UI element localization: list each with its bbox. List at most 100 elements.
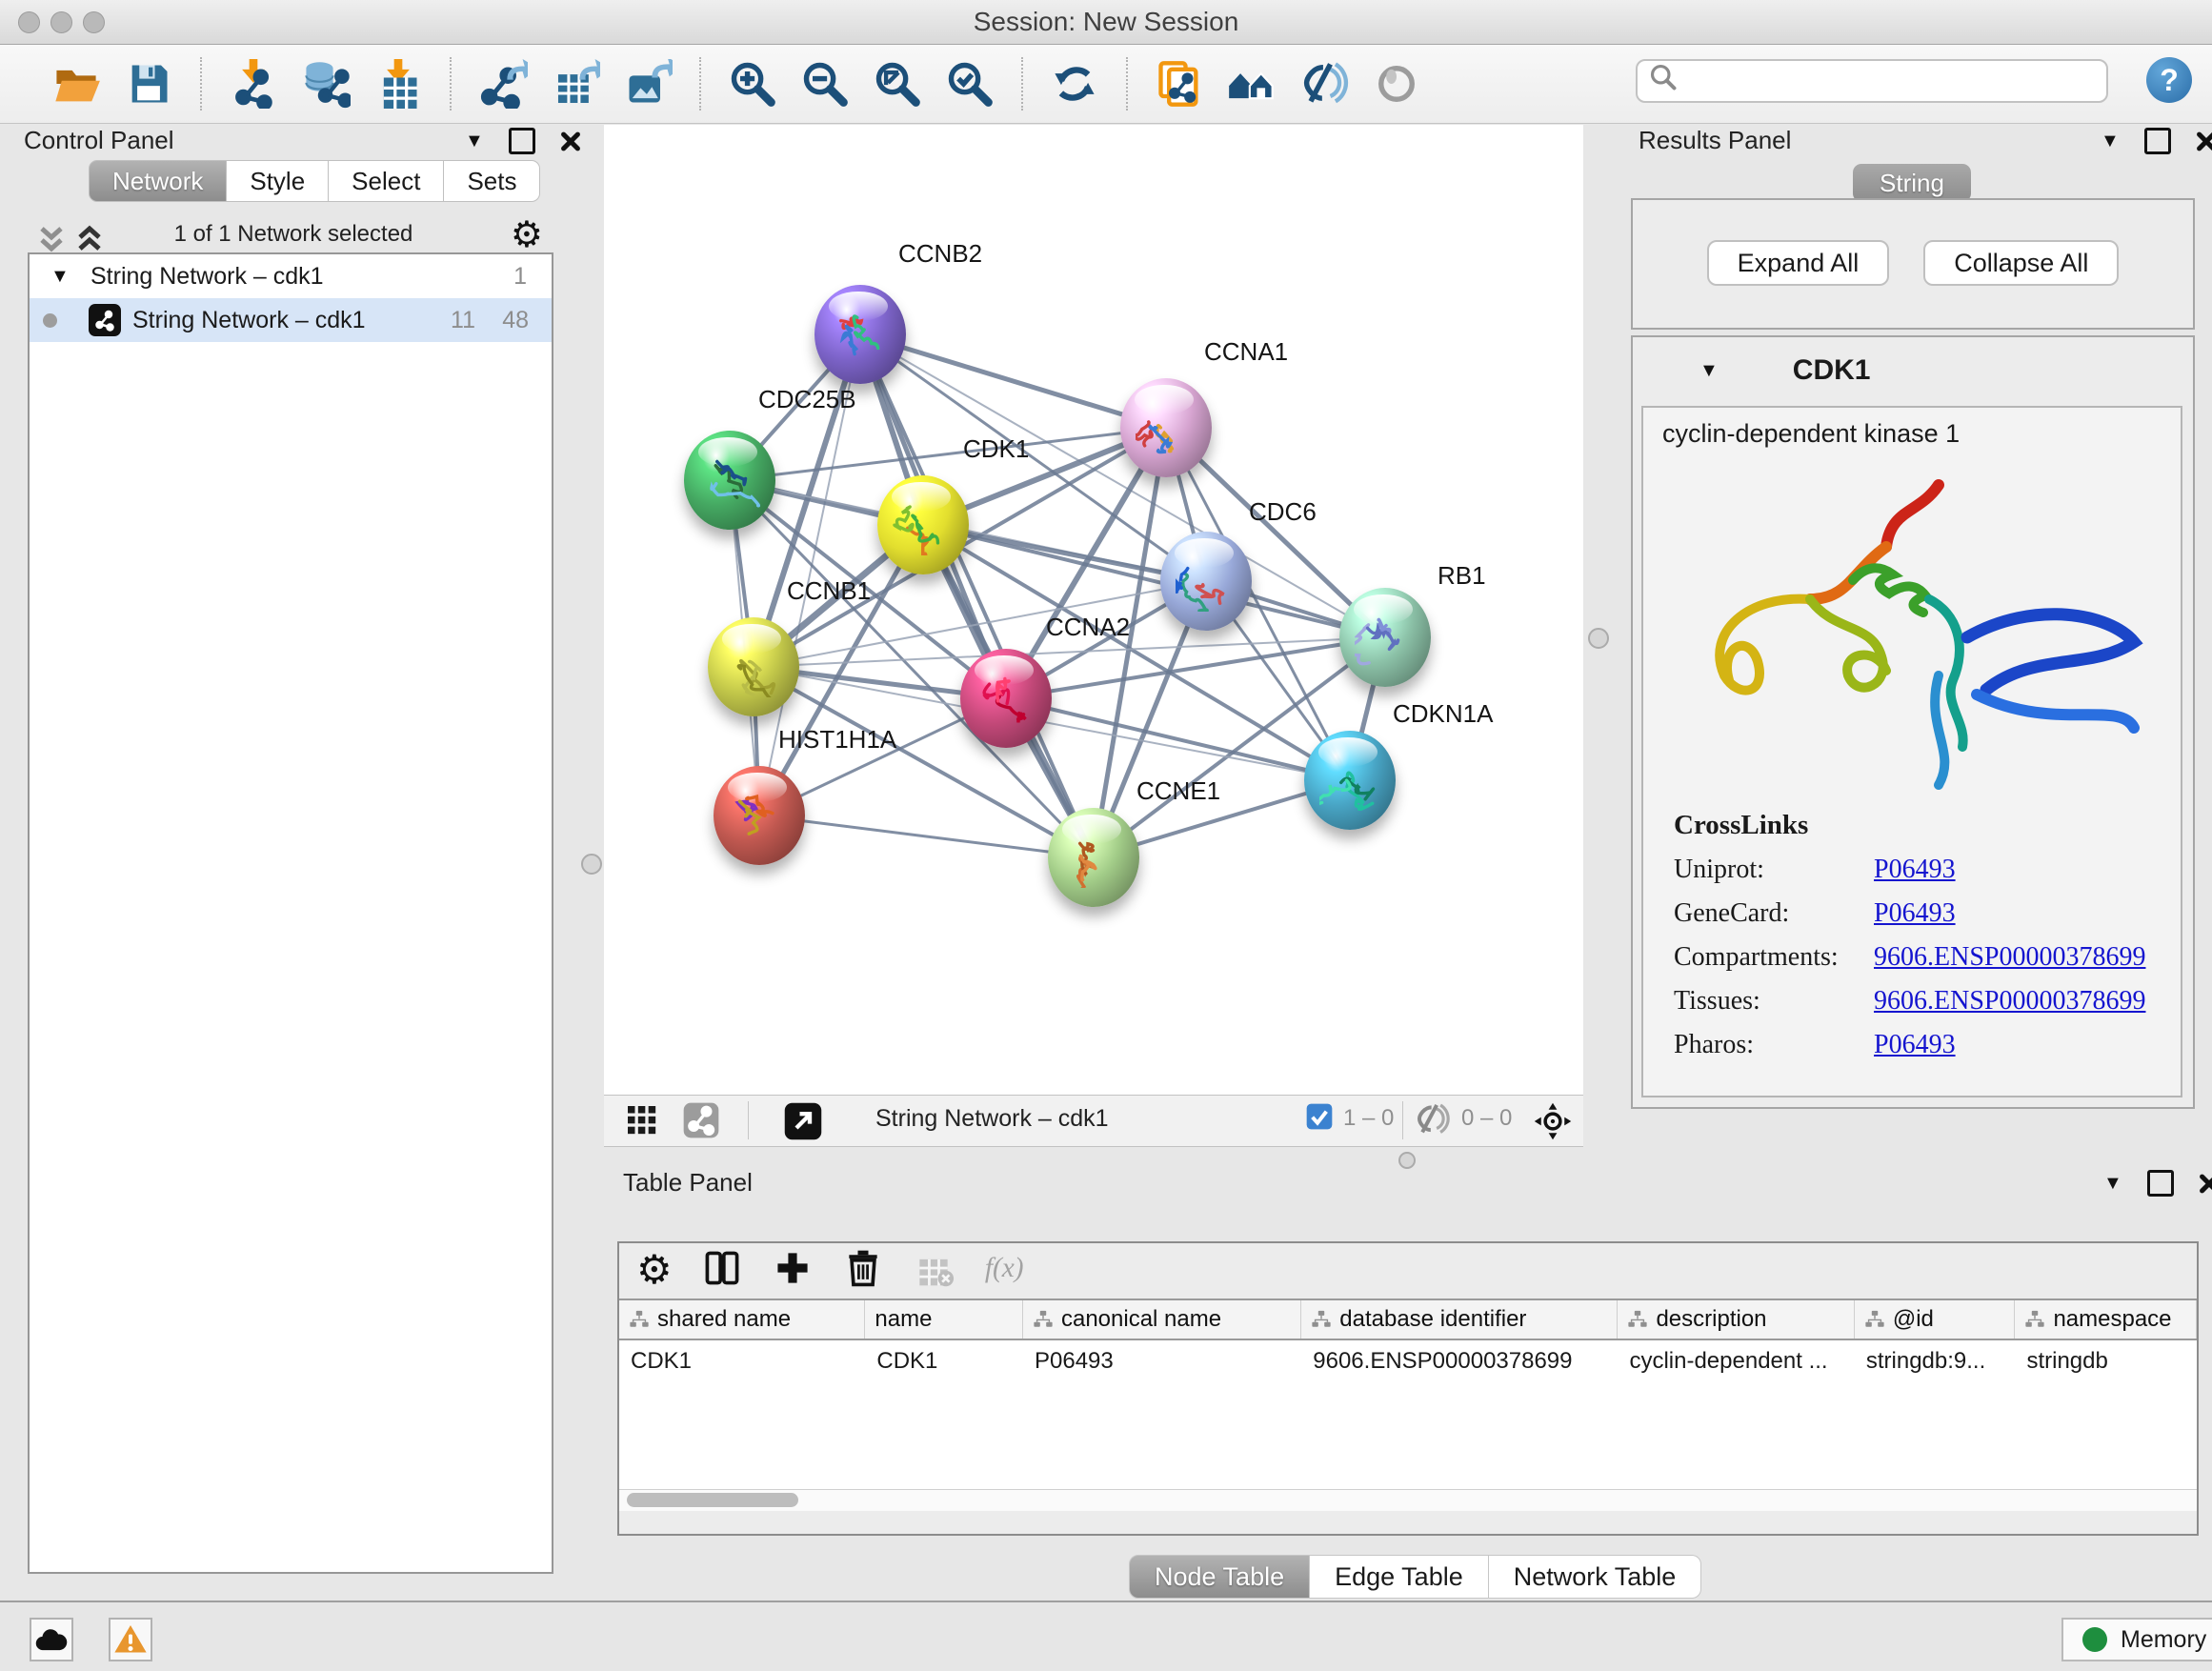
network-node-rb1[interactable]	[1339, 588, 1431, 687]
clone-network-button[interactable]	[1150, 54, 1209, 113]
control-panel-float-icon[interactable]	[509, 128, 535, 154]
import-network-file-button[interactable]	[224, 54, 283, 113]
network-node-ccne1[interactable]	[1048, 808, 1139, 907]
node-label-rb1: RB1	[1438, 561, 1486, 591]
network-options-gear-icon[interactable]: ⚙	[511, 217, 543, 253]
network-node-cdc6[interactable]	[1160, 532, 1252, 631]
cloud-icon[interactable]	[30, 1618, 73, 1661]
table-panel-float-icon[interactable]	[2147, 1170, 2174, 1197]
node-label-cdk1: CDK1	[963, 434, 1029, 464]
selected-checkbox-icon[interactable]	[1304, 1101, 1335, 1132]
network-tree-root-row[interactable]: ▼ String Network – cdk1 1	[30, 254, 552, 298]
table-horizontal-scrollbar[interactable]	[619, 1489, 2197, 1511]
results-buttons-box: Expand All Collapse All	[1631, 198, 2195, 330]
refresh-button[interactable]	[1045, 54, 1104, 113]
section-collapse-icon[interactable]: ▼	[1699, 360, 1719, 382]
table-panel-close-icon[interactable]	[2199, 1173, 2212, 1194]
houses-button[interactable]	[1222, 54, 1281, 113]
tree-collapse-icon[interactable]: ▼	[50, 266, 70, 288]
minimize-window-button[interactable]	[50, 11, 72, 33]
tab-node-table[interactable]: Node Table	[1129, 1555, 1310, 1599]
right-splitter-handle[interactable]	[1588, 628, 1609, 649]
left-splitter-handle[interactable]	[581, 854, 602, 875]
tab-network[interactable]: Network	[89, 160, 227, 202]
export-image-button[interactable]	[618, 54, 677, 113]
column-header-namespace[interactable]: namespace	[2015, 1300, 2197, 1339]
export-network-button[interactable]	[473, 54, 533, 113]
table-columns-button[interactable]	[701, 1247, 743, 1294]
warning-icon[interactable]	[109, 1618, 152, 1661]
table-panel: Table Panel ▼ ⚙f(x) shared namenamecanon…	[613, 1168, 2201, 1597]
close-window-button[interactable]	[18, 11, 40, 33]
expand-all-button[interactable]: Expand All	[1707, 240, 1890, 286]
control-panel-close-icon[interactable]	[560, 131, 581, 151]
bottom-splitter-handle[interactable]	[1398, 1152, 1416, 1169]
column-header-@id[interactable]: @id	[1855, 1300, 2016, 1339]
column-header-description[interactable]: description	[1618, 1300, 1854, 1339]
open-session-button[interactable]	[47, 54, 106, 113]
network-node-ccnb2[interactable]	[814, 285, 906, 384]
zoom-fit-button[interactable]	[868, 54, 927, 113]
zoom-selected-button[interactable]	[940, 54, 999, 113]
eye-gray-button[interactable]	[1367, 54, 1426, 113]
results-panel-float-icon[interactable]	[2144, 128, 2171, 154]
network-node-ccnb1[interactable]	[708, 617, 799, 716]
tab-sets[interactable]: Sets	[444, 160, 540, 202]
network-tree-child-row[interactable]: String Network – cdk1 11 48	[30, 298, 552, 342]
table-row[interactable]: CDK1CDK1P064939606.ENSP00000378699cyclin…	[619, 1340, 2197, 1382]
crosslink-link[interactable]: P06493	[1874, 855, 1956, 885]
column-header-name[interactable]: name	[865, 1300, 1023, 1339]
network-node-cdk1[interactable]	[877, 475, 969, 574]
crosslink-link[interactable]: P06493	[1874, 898, 1956, 929]
fit-content-icon[interactable]	[1533, 1101, 1573, 1141]
import-table-file-button[interactable]	[369, 54, 428, 113]
node-structure-thumbnail	[1355, 609, 1416, 668]
import-network-database-button[interactable]	[296, 54, 355, 113]
table-gear-button[interactable]: ⚙	[636, 1250, 673, 1290]
column-header-database-identifier[interactable]: database identifier	[1301, 1300, 1618, 1339]
tab-network-table[interactable]: Network Table	[1489, 1555, 1702, 1599]
tab-style[interactable]: Style	[227, 160, 329, 202]
search-input[interactable]	[1683, 67, 2106, 95]
zoom-out-button[interactable]	[795, 54, 855, 113]
crosslink-label: Tissues:	[1674, 986, 1874, 1017]
table-trash-button[interactable]	[842, 1247, 884, 1294]
network-node-ccna2[interactable]	[960, 649, 1052, 748]
scrollbar-thumb[interactable]	[627, 1493, 798, 1507]
table-panel-collapse-icon[interactable]: ▼	[2103, 1173, 2122, 1195]
zoom-in-button[interactable]	[723, 54, 782, 113]
memory-button[interactable]: Memory	[2061, 1618, 2212, 1661]
crosslink-link[interactable]: 9606.ENSP00000378699	[1874, 942, 2145, 973]
network-view-toolbar: String Network – cdk1 1 – 0 0 – 0	[604, 1095, 1583, 1147]
birdseye-grid-icon[interactable]	[623, 1101, 661, 1139]
crosslink-link[interactable]: P06493	[1874, 1030, 1956, 1060]
export-table-button[interactable]	[546, 54, 605, 113]
network-node-cdkn1a[interactable]	[1304, 731, 1396, 830]
network-overview-icon[interactable]	[682, 1101, 720, 1139]
collapse-all-button[interactable]: Collapse All	[1923, 240, 2119, 286]
detach-view-icon[interactable]	[783, 1101, 823, 1141]
tab-edge-table[interactable]: Edge Table	[1310, 1555, 1489, 1599]
crosslink-link[interactable]: 9606.ENSP00000378699	[1874, 986, 2145, 1017]
network-canvas[interactable]: CCNB2CCNA1CDC25BCDK1CDC6RB1CCNB1CCNA2CDK…	[604, 125, 1583, 1095]
tab-select[interactable]: Select	[329, 160, 444, 202]
column-header-shared-name[interactable]: shared name	[619, 1300, 865, 1339]
results-panel-collapse-icon[interactable]: ▼	[2101, 131, 2120, 152]
hidden-items-icon[interactable]	[1416, 1101, 1452, 1137]
zoom-window-button[interactable]	[83, 11, 105, 33]
network-node-cdc25b[interactable]	[684, 431, 775, 530]
tab-string[interactable]: String	[1853, 164, 1971, 202]
column-header-canonical-name[interactable]: canonical name	[1023, 1300, 1301, 1339]
results-node-section: ▼ CDK1 cyclin-dependent kinase 1	[1631, 335, 2195, 1109]
save-session-button[interactable]	[119, 54, 178, 113]
help-button[interactable]: ?	[2146, 57, 2192, 103]
search-icon	[1647, 61, 1683, 102]
network-node-hist1h1a[interactable]	[714, 766, 805, 865]
table-plus-button[interactable]	[772, 1247, 814, 1294]
control-panel-collapse-icon[interactable]: ▼	[465, 131, 484, 152]
table-cell: 9606.ENSP00000378699	[1301, 1348, 1618, 1375]
network-node-ccna1[interactable]	[1120, 378, 1212, 477]
results-panel-close-icon[interactable]	[2196, 131, 2212, 151]
search-box[interactable]	[1636, 59, 2108, 103]
hide-glasses-button[interactable]	[1295, 54, 1354, 113]
